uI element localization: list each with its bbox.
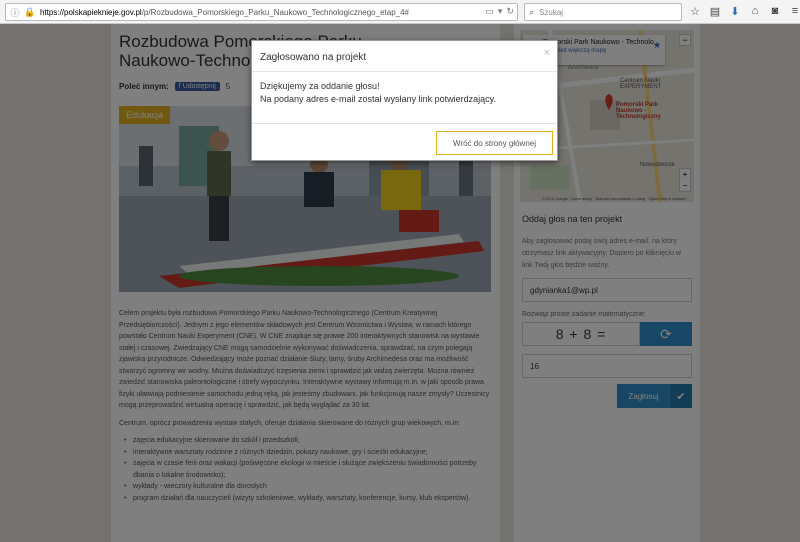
home-icon[interactable]: ⌂	[748, 4, 762, 18]
search-icon: ⌕	[529, 6, 535, 17]
search-bar[interactable]: ⌕ Szukaj	[524, 3, 682, 21]
toolbar-icons: ☆ ▤ ⬇ ⌂ ◙ ≡	[688, 4, 800, 18]
close-icon[interactable]: ×	[544, 47, 550, 59]
modal-title: Zagłosowano na projekt	[260, 52, 367, 63]
address-bar[interactable]: ⓘ 🔒 https://polskapieknieje.gov.pl/p/Roz…	[5, 3, 518, 21]
lock-icon[interactable]: 🔒	[24, 6, 36, 18]
modal-body: Dziękujemy za oddanie głosu! Na podany a…	[260, 80, 496, 106]
dropdown-icon[interactable]: ▾	[498, 6, 503, 17]
divider	[252, 71, 557, 72]
modal-info-text: Na podany adres e-mail został wysłany li…	[260, 94, 496, 104]
divider	[252, 123, 557, 124]
reload-icon[interactable]: ↻	[506, 6, 514, 17]
chat-icon[interactable]: ◙	[768, 4, 782, 18]
url-text: https://polskapieknieje.gov.pl/p/Rozbudo…	[40, 7, 409, 17]
vote-confirmation-modal: Zagłosowano na projekt × Dziękujemy za o…	[251, 40, 558, 161]
browser-toolbar: ⓘ 🔒 https://polskapieknieje.gov.pl/p/Roz…	[0, 0, 800, 24]
search-placeholder: Szukaj	[539, 7, 564, 17]
clipboard-icon[interactable]: ▤	[708, 4, 722, 18]
download-icon[interactable]: ⬇	[728, 4, 742, 18]
reader-view-icon[interactable]: ▭	[485, 6, 494, 17]
identity-icon[interactable]: ⓘ	[9, 6, 21, 18]
star-icon[interactable]: ☆	[688, 4, 702, 18]
back-home-button[interactable]: Wróć do strony głównej	[436, 131, 553, 155]
modal-thanks-text: Dziękujemy za oddanie głosu!	[260, 81, 380, 91]
menu-icon[interactable]: ≡	[788, 4, 800, 18]
